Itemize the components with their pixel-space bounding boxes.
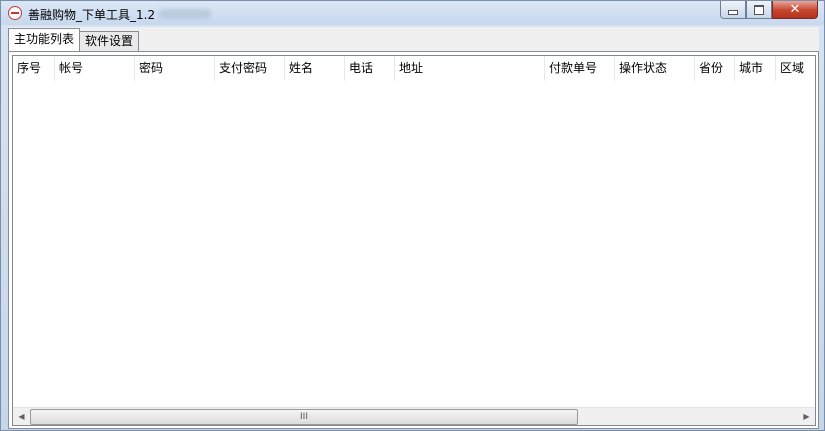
column-header-pay-password[interactable]: 支付密码 <box>215 56 285 81</box>
column-header-payment-number[interactable]: 付款单号 <box>545 56 615 81</box>
tab-strip: 主功能列表 软件设置 <box>8 28 140 51</box>
maximize-button[interactable] <box>746 1 772 19</box>
scrollbar-thumb[interactable]: III <box>30 409 578 425</box>
app-window: 善融购物_下单工具_1.2 ✕ 主功能列表 软件设置 序号 帐号 密码 支付密码… <box>0 0 825 431</box>
client-area: 主功能列表 软件设置 序号 帐号 密码 支付密码 姓名 电话 地址 付款单号 操… <box>8 27 819 429</box>
horizontal-scrollbar[interactable]: ◀ III ▶ <box>13 407 815 425</box>
title-bar[interactable]: 善融购物_下单工具_1.2 ✕ <box>1 1 824 25</box>
column-header-password[interactable]: 密码 <box>135 56 215 81</box>
column-header-account[interactable]: 帐号 <box>55 56 135 81</box>
chevron-right-icon: ▶ <box>803 412 810 421</box>
blurred-title-suffix <box>159 9 211 19</box>
chevron-left-icon: ◀ <box>18 412 25 421</box>
order-list[interactable]: 序号 帐号 密码 支付密码 姓名 电话 地址 付款单号 操作状态 省份 城市 区… <box>12 55 816 426</box>
column-header-province[interactable]: 省份 <box>695 56 735 81</box>
column-header-phone[interactable]: 电话 <box>345 56 395 81</box>
list-header: 序号 帐号 密码 支付密码 姓名 电话 地址 付款单号 操作状态 省份 城市 区… <box>13 56 815 81</box>
tab-main-function-list[interactable]: 主功能列表 <box>8 28 81 51</box>
grip-icon: III <box>300 411 308 422</box>
column-header-name[interactable]: 姓名 <box>285 56 345 81</box>
close-button[interactable]: ✕ <box>772 1 818 19</box>
window-controls: ✕ <box>720 1 818 20</box>
no-entry-icon[interactable] <box>8 6 22 20</box>
scroll-right-button[interactable]: ▶ <box>798 408 815 425</box>
column-header-index[interactable]: 序号 <box>13 56 55 81</box>
scroll-left-button[interactable]: ◀ <box>13 408 30 425</box>
close-icon: ✕ <box>789 2 801 17</box>
minimize-icon <box>728 10 738 15</box>
window-title: 善融购物_下单工具_1.2 <box>28 8 156 22</box>
column-header-address[interactable]: 地址 <box>395 56 545 81</box>
tab-software-settings[interactable]: 软件设置 <box>79 31 140 51</box>
maximize-icon <box>754 4 764 15</box>
column-header-operation-status[interactable]: 操作状态 <box>615 56 695 81</box>
column-header-district[interactable]: 区域 <box>776 56 815 81</box>
minimize-button[interactable] <box>720 1 746 19</box>
column-header-city[interactable]: 城市 <box>735 56 776 81</box>
list-body[interactable] <box>13 81 815 404</box>
tab-panel: 序号 帐号 密码 支付密码 姓名 电话 地址 付款单号 操作状态 省份 城市 区… <box>8 51 819 429</box>
